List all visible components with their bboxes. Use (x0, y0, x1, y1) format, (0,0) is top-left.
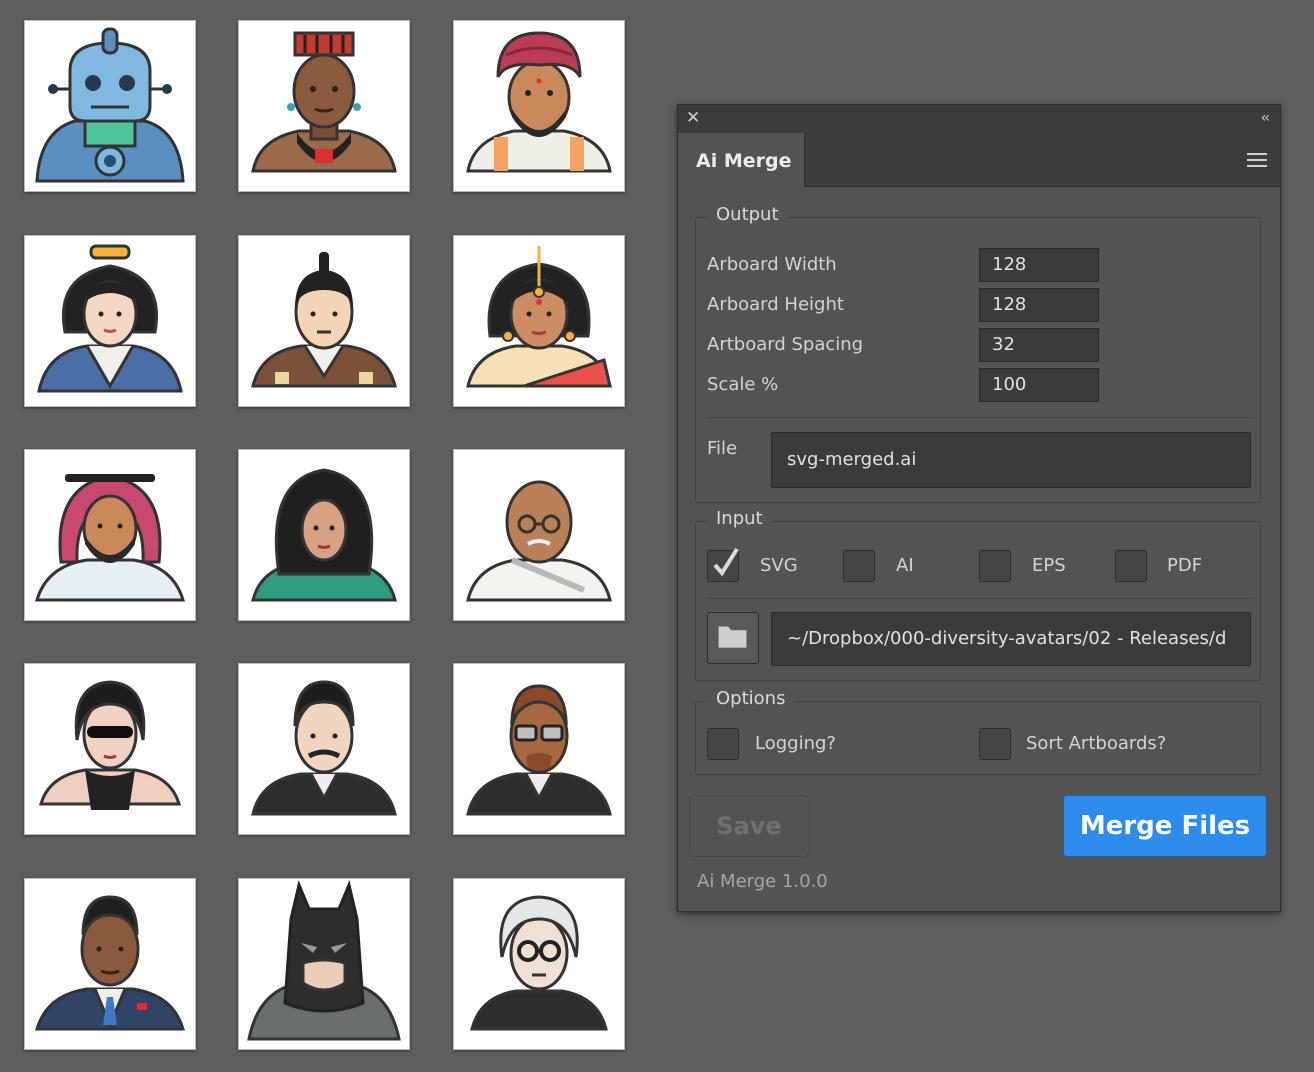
arab-man-avatar-icon (34, 474, 186, 602)
avatar-tile-arab-man[interactable] (24, 449, 196, 621)
sort-artboards-checkbox[interactable] (979, 728, 1011, 760)
scale-label: Scale % (707, 374, 779, 395)
avatar-tile-indian-woman[interactable] (453, 235, 625, 407)
ai-checkbox-label: AI (896, 555, 914, 576)
svg-checkbox[interactable] (707, 547, 739, 582)
ai-checkbox[interactable] (843, 550, 875, 582)
logging-checkbox[interactable] (707, 728, 739, 760)
robot-avatar-icon (35, 27, 185, 183)
folder-icon (718, 626, 747, 648)
save-button[interactable]: Save (689, 795, 809, 857)
geisha-avatar-icon (37, 244, 183, 393)
artboard-spacing-label: Artboard Spacing (707, 334, 864, 355)
tab-label: Ai Merge (696, 150, 792, 172)
avatar-tile-hijab-woman[interactable] (238, 449, 410, 621)
sort-artboards-checkbox-label: Sort Artboards? (1026, 733, 1167, 754)
avatar-tile-obama[interactable] (24, 878, 196, 1050)
avatar-tile-geisha[interactable] (24, 235, 196, 407)
artboard-height-input[interactable]: 128 (979, 288, 1099, 322)
samurai-avatar-icon (251, 252, 397, 388)
artboard-width-input[interactable]: 128 (979, 248, 1099, 282)
output-divider (707, 417, 1251, 418)
turban-man-avatar-icon (466, 31, 612, 173)
avatar-tile-tesla[interactable] (238, 663, 410, 835)
avatar-grid (0, 0, 660, 1072)
input-group-title: Input (708, 508, 771, 529)
svg-checkbox-label: SVG (760, 555, 798, 576)
browse-folder-button[interactable] (707, 612, 759, 664)
options-group: Options Logging? Sort Artboards? (695, 688, 1261, 775)
warhol-avatar-icon (470, 895, 608, 1031)
pdf-checkbox-label: PDF (1167, 555, 1203, 576)
file-label: File (707, 438, 738, 459)
avatar-tile-warhol[interactable] (453, 878, 625, 1050)
scale-input[interactable]: 100 (979, 368, 1099, 402)
avatar-tile-robot[interactable] (24, 20, 196, 192)
input-divider (707, 598, 1251, 599)
close-icon[interactable]: ✕ (686, 108, 700, 128)
output-group: Output Arboard Width 128 Arboard Height … (695, 204, 1261, 503)
artboard-height-label: Arboard Height (707, 294, 844, 315)
file-name-input[interactable]: svg-merged.ai (771, 432, 1251, 488)
merge-files-button[interactable]: Merge Files (1063, 795, 1267, 857)
avatar-tile-batman[interactable] (238, 878, 410, 1050)
input-path-field[interactable]: ~/Dropbox/000-diversity-avatars/02 - Rel… (771, 612, 1251, 666)
avatar-tile-african-man[interactable] (238, 20, 410, 192)
artboard-width-label: Arboard Width (707, 254, 837, 275)
pdf-checkbox[interactable] (1115, 550, 1147, 582)
tab-ai-merge[interactable]: Ai Merge (678, 133, 805, 187)
tesla-avatar-icon (251, 680, 397, 816)
version-label: Ai Merge 1.0.0 (697, 871, 828, 892)
avatar-tile-turban-man[interactable] (453, 20, 625, 192)
avatar-tile-trinity[interactable] (24, 663, 196, 835)
ai-merge-panel: ✕ ‹‹ Ai Merge Output Arboard Width 128 A… (677, 104, 1281, 912)
avatar-tile-malcolm-x[interactable] (453, 663, 625, 835)
eps-checkbox[interactable] (979, 550, 1011, 582)
panel-tab-bar: Ai Merge (678, 131, 1280, 187)
options-group-title: Options (708, 688, 794, 709)
hamburger-menu-icon[interactable] (1247, 153, 1267, 167)
eps-checkbox-label: EPS (1032, 555, 1066, 576)
hijab-woman-avatar-icon (251, 468, 397, 602)
obama-avatar-icon (34, 895, 186, 1031)
checkmark-icon (713, 547, 739, 577)
artboard-spacing-input[interactable]: 32 (979, 328, 1099, 362)
malcolm-x-avatar-icon (466, 684, 612, 816)
double-chevron-left-icon[interactable]: ‹‹ (1261, 108, 1270, 128)
batman-avatar-icon (247, 880, 401, 1041)
input-group: Input SVG AI EPS PDF ~/Dropbox/000-diver… (695, 508, 1261, 681)
african-man-avatar-icon (251, 31, 397, 173)
panel-titlebar: ✕ ‹‹ (678, 105, 1280, 131)
indian-woman-avatar-icon (466, 246, 612, 388)
trinity-avatar-icon (39, 680, 181, 810)
output-group-title: Output (708, 204, 787, 225)
avatar-tile-gandhi[interactable] (453, 449, 625, 621)
logging-checkbox-label: Logging? (755, 733, 836, 754)
avatar-tile-samurai[interactable] (238, 235, 410, 407)
gandhi-avatar-icon (466, 480, 612, 602)
